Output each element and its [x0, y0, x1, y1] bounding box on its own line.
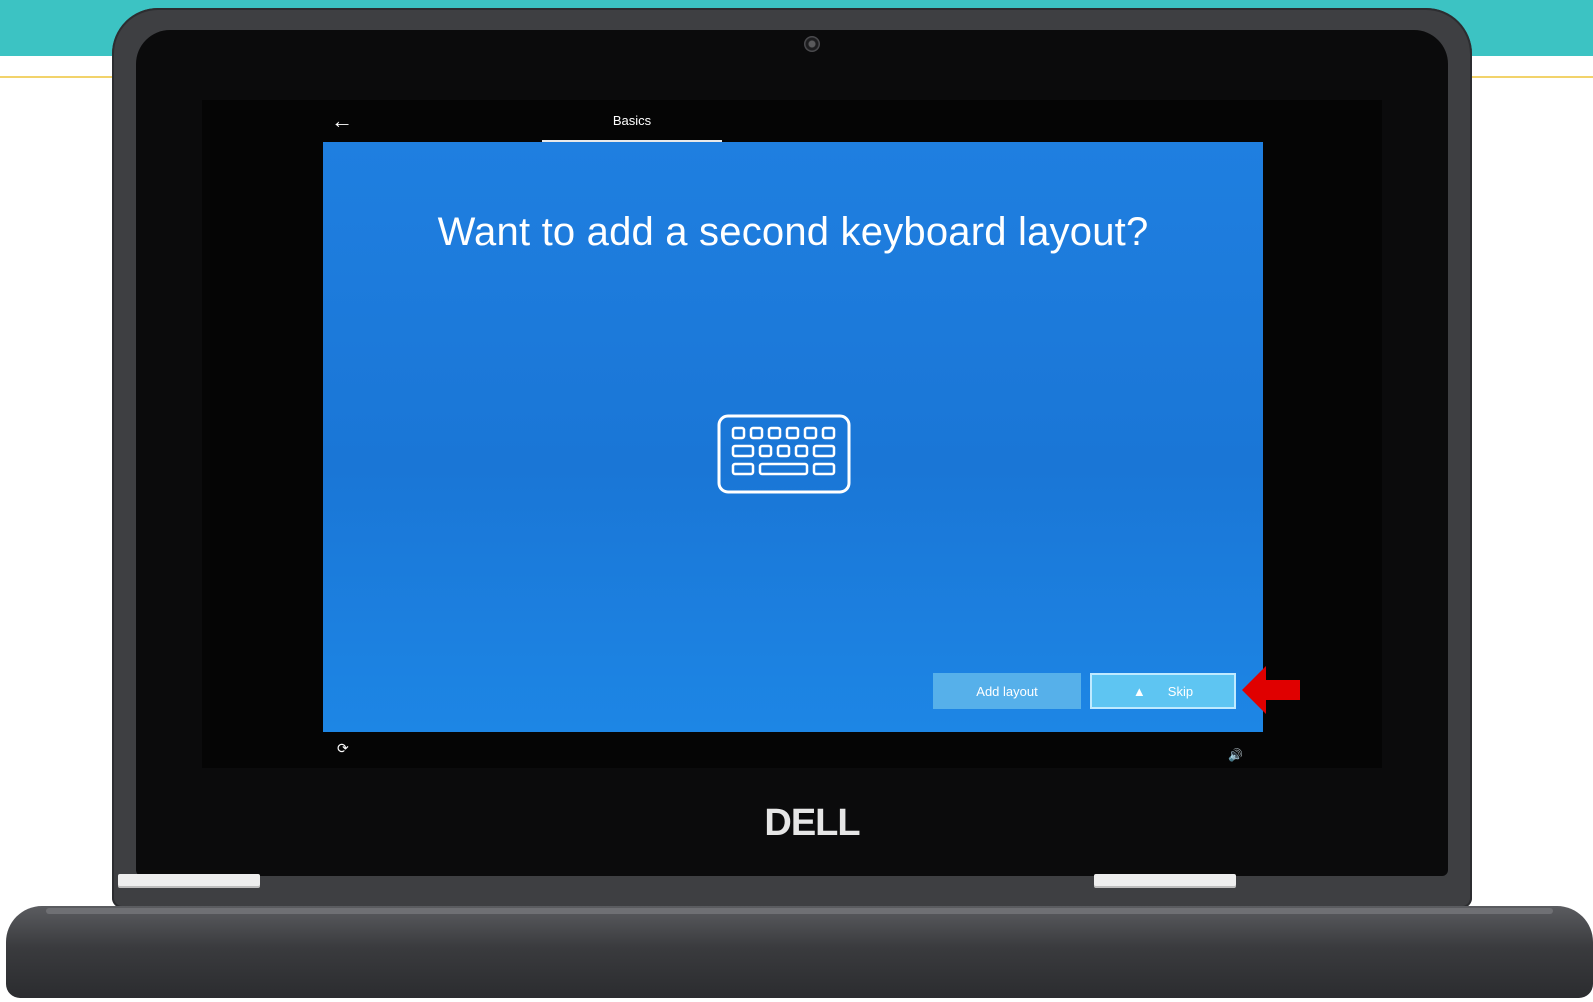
webcam — [804, 36, 820, 52]
add-layout-label: Add layout — [976, 683, 1038, 699]
skip-button[interactable]: ▲ Skip — [1090, 673, 1236, 709]
laptop-lid: ← Basics Want to add a second keyboard l… — [112, 8, 1472, 908]
right-hinge — [1094, 874, 1236, 886]
add-layout-button[interactable]: Add layout — [933, 673, 1081, 709]
back-arrow-icon: ← — [331, 108, 353, 133]
oobe-panel: Want to add a second keyboard layout? Ad… — [323, 142, 1263, 732]
tab-basics-label: Basics — [612, 113, 652, 128]
page-title: Want to add a second keyboard layout? — [437, 210, 1149, 254]
laptop-screen: ← Basics Want to add a second keyboard l… — [202, 100, 1382, 768]
base-edge — [46, 908, 1553, 914]
laptop-bezel: ← Basics Want to add a second keyboard l… — [136, 30, 1448, 876]
mouse-cursor-icon: ▲ — [1132, 683, 1146, 699]
red-arrow-icon — [1242, 666, 1300, 714]
volume-icon[interactable]: 🔊 — [1228, 748, 1243, 762]
ease-of-access-icon[interactable]: ⟳ — [337, 740, 349, 757]
back-button[interactable]: ← — [330, 110, 354, 134]
left-hinge — [118, 874, 260, 886]
skip-label: Skip — [1167, 683, 1194, 699]
tab-basics: Basics — [542, 110, 722, 142]
keyboard-icon — [717, 414, 851, 494]
dell-logo: DELL — [764, 802, 860, 844]
laptop-base — [6, 906, 1593, 998]
